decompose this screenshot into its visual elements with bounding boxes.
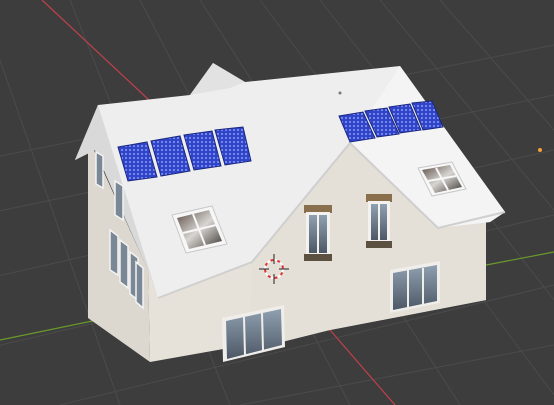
viewport-scene[interactable] — [0, 0, 554, 405]
upper-window-left[interactable] — [304, 205, 332, 261]
roof-ridge-marker — [338, 91, 342, 95]
light-object-icon[interactable] — [538, 148, 542, 152]
upper-window-right[interactable] — [366, 194, 392, 248]
3d-viewport[interactable] — [0, 0, 554, 405]
